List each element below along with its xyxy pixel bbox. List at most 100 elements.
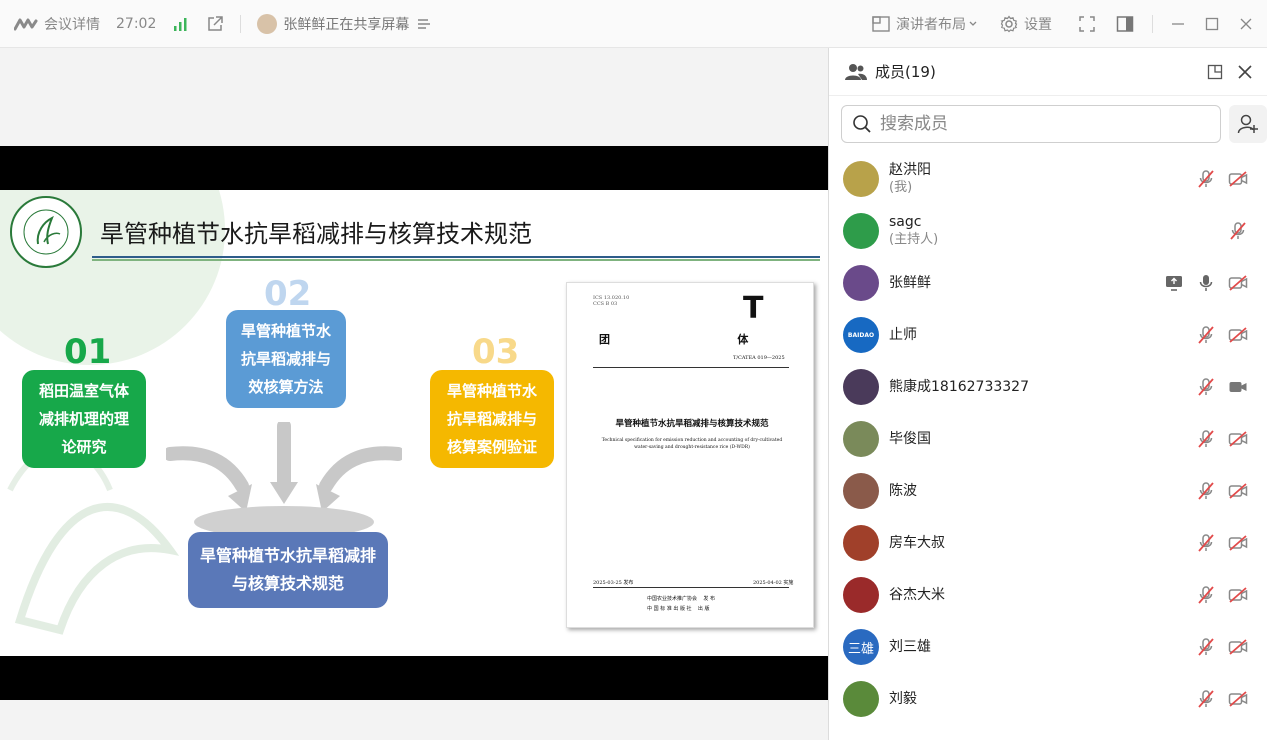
converging-arrows-graphic — [166, 422, 402, 538]
academy-logo — [10, 196, 82, 268]
member-row[interactable]: 三雄 刘三雄 — [829, 621, 1267, 673]
sidebar-toggle-icon[interactable] — [1116, 15, 1134, 33]
minimize-icon[interactable] — [1171, 17, 1185, 31]
member-status-icons — [1196, 465, 1248, 517]
speaker-layout-button[interactable]: 演讲者布局 — [896, 14, 966, 34]
member-name: 熊康成18162733327 — [889, 378, 1029, 395]
member-avatar — [843, 265, 879, 301]
popout-icon[interactable] — [1207, 64, 1223, 80]
microphone-icon[interactable] — [1196, 273, 1216, 293]
camera-off-icon[interactable] — [1228, 637, 1248, 657]
member-row[interactable]: 刘毅 — [829, 673, 1267, 725]
gear-icon[interactable] — [1000, 15, 1018, 33]
member-search-box[interactable] — [841, 105, 1221, 143]
member-name: sagc — [889, 214, 922, 230]
member-name-block: 熊康成18162733327 — [889, 379, 1029, 396]
camera-off-icon[interactable] — [1228, 585, 1248, 605]
screen-share-icon[interactable] — [1164, 273, 1184, 293]
member-name-block: sagc (主持人) — [889, 214, 938, 248]
microphone-muted-icon[interactable] — [1196, 377, 1216, 397]
microphone-muted-icon[interactable] — [1228, 221, 1248, 241]
member-avatar — [843, 421, 879, 457]
member-status-icons — [1196, 621, 1248, 673]
member-avatar — [843, 577, 879, 613]
layout-icon[interactable] — [872, 16, 890, 32]
doc-letter: T — [743, 291, 764, 326]
member-row[interactable]: 熊康成18162733327 — [829, 361, 1267, 413]
doc-bottom-rule — [593, 587, 789, 588]
member-name-block: 陈波 — [889, 483, 917, 500]
camera-off-icon[interactable] — [1228, 533, 1248, 553]
letterbox-bottom — [0, 656, 828, 700]
doc-rule — [593, 367, 789, 368]
settings-button[interactable]: 设置 — [1024, 14, 1052, 34]
camera-off-icon[interactable] — [1228, 325, 1248, 345]
camera-off-icon[interactable] — [1228, 429, 1248, 449]
member-name: 刘毅 — [889, 690, 917, 707]
doc-title-cn: 旱管种植节水抗旱稻减排与核算技术规范 — [615, 419, 769, 429]
sharing-status-text: 张鲜鲜正在共享屏幕 — [283, 17, 410, 33]
signal-icon[interactable] — [172, 16, 188, 32]
member-status-icons — [1196, 569, 1248, 621]
member-name-block: 刘毅 — [889, 691, 917, 708]
maximize-icon[interactable] — [1205, 17, 1219, 31]
member-row[interactable]: 房车大叔 — [829, 517, 1267, 569]
microphone-muted-icon[interactable] — [1196, 429, 1216, 449]
member-row[interactable]: 谷杰大米 — [829, 569, 1267, 621]
member-name: 赵洪阳 — [889, 162, 931, 178]
member-name: 谷杰大米 — [889, 586, 945, 603]
invite-member-button[interactable] — [1229, 105, 1267, 143]
doc-code: ICS 13.020.10 CCS B 03 — [593, 295, 630, 307]
microphone-muted-icon[interactable] — [1196, 689, 1216, 709]
microphone-muted-icon[interactable] — [1196, 637, 1216, 657]
members-panel: 成员(19) 赵洪阳 (我) sagc (主持人) 张鲜鲜 BAIDAO 止师熊康成1816… — [828, 48, 1267, 740]
member-name-block: 张鲜鲜 — [889, 275, 931, 292]
member-name-block: 赵洪阳 (我) — [889, 162, 931, 196]
member-avatar — [843, 525, 879, 561]
member-avatar — [843, 473, 879, 509]
member-name: 毕俊国 — [889, 430, 931, 447]
member-row[interactable]: sagc (主持人) — [829, 205, 1267, 257]
item-box-02: 旱管种植节水抗旱稻减排与效核算方法 — [226, 310, 346, 408]
member-row[interactable]: 毕俊国 — [829, 413, 1267, 465]
camera-off-icon[interactable] — [1228, 273, 1248, 293]
external-open-icon[interactable] — [206, 15, 224, 33]
members-title: 成员(19) — [875, 63, 936, 81]
microphone-muted-icon[interactable] — [1196, 585, 1216, 605]
standard-document-image: ICS 13.020.10 CCS B 03 T 团 体 标 准 T/CATEA… — [566, 282, 814, 628]
member-name: 房车大叔 — [889, 534, 945, 551]
close-icon[interactable] — [1239, 17, 1253, 31]
microphone-muted-icon[interactable] — [1196, 325, 1216, 345]
microphone-muted-icon[interactable] — [1196, 169, 1216, 189]
doc-heading: 团 体 标 准 — [599, 333, 749, 346]
member-name: 刘三雄 — [889, 638, 931, 655]
member-avatar — [843, 161, 879, 197]
camera-off-icon[interactable] — [1228, 481, 1248, 501]
member-row[interactable]: BAIDAO 止师 — [829, 309, 1267, 361]
member-row[interactable]: 张鲜鲜 — [829, 257, 1267, 309]
fullscreen-icon[interactable] — [1078, 15, 1096, 33]
member-status-icons — [1164, 257, 1248, 309]
camera-off-icon[interactable] — [1228, 689, 1248, 709]
camera-off-icon[interactable] — [1228, 169, 1248, 189]
meeting-details-link[interactable]: 会议详情 — [44, 14, 100, 34]
member-avatar — [843, 681, 879, 717]
member-status-icons — [1196, 153, 1248, 205]
sharer-avatar — [257, 14, 278, 34]
member-search-input[interactable] — [880, 114, 1200, 134]
chevron-down-icon[interactable] — [968, 19, 978, 29]
search-icon — [852, 114, 872, 134]
member-row[interactable]: 赵洪阳 (我) — [829, 153, 1267, 205]
member-row[interactable]: 陈波 — [829, 465, 1267, 517]
member-status-icons — [1196, 361, 1248, 413]
member-name: 止师 — [889, 326, 917, 343]
close-panel-icon[interactable] — [1237, 64, 1253, 80]
microphone-muted-icon[interactable] — [1196, 533, 1216, 553]
member-name-block: 刘三雄 — [889, 639, 931, 656]
member-name-block: 房车大叔 — [889, 535, 945, 552]
item-number-01: 01 — [64, 332, 112, 372]
list-menu-icon[interactable] — [417, 17, 431, 31]
microphone-muted-icon[interactable] — [1196, 481, 1216, 501]
camera-icon[interactable] — [1228, 377, 1248, 397]
member-name: 陈波 — [889, 482, 917, 499]
